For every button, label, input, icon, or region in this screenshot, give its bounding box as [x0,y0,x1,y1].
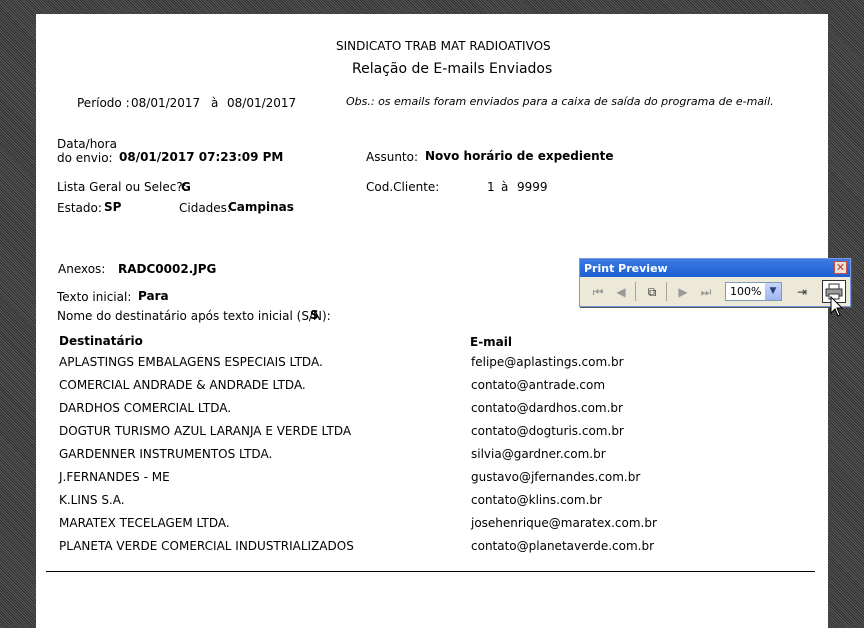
close-icon[interactable]: ✕ [834,261,847,274]
recipient-email: contato@dogturis.com.br [471,424,624,438]
estado-label: Estado: [57,201,102,215]
codcliente-from: 1 [487,180,495,194]
col-email: E-mail [470,335,513,349]
print-preview-titlebar[interactable]: Print Preview ✕ [580,259,850,277]
anexos-value: RADC0002.JPG [118,262,217,276]
codcliente-sep: à [501,180,509,194]
recipient-name: DARDHOS COMERCIAL LTDA. [59,401,232,415]
period-sep: à [211,96,219,110]
codcliente-label: Cod.Cliente: [366,180,440,194]
toolbar-separator [666,282,667,301]
period-start: 08/01/2017 [131,96,201,110]
print-preview-toolbar: Print Preview ✕ ⏮ ◀ ⧉ ▶ ⏭ 100% ▼ ⇥ [579,258,851,307]
datahora-label-1: Data/hora [57,137,117,151]
period-end: 08/01/2017 [227,96,297,110]
recipient-name: PLANETA VERDE COMERCIAL INDUSTRIALIZADOS [59,539,354,553]
recipient-email: contato@klins.com.br [471,493,602,507]
org-name: SINDICATO TRAB MAT RADIOATIVOS [336,39,551,53]
first-page-icon[interactable]: ⏮ [587,281,609,303]
recipient-email: gustavo@jfernandes.com.br [471,470,641,484]
mouse-cursor-icon [830,296,844,317]
cidades-label: Cidades: [179,201,231,215]
recipient-email: contato@planetaverde.com.br [471,539,655,553]
close-preview-icon[interactable]: ⇥ [791,281,813,303]
footer-rule [46,571,815,572]
recipient-name: DOGTUR TURISMO AZUL LARANJA E VERDE LTDA [59,424,352,438]
prev-page-icon[interactable]: ◀ [610,281,632,303]
texto-label: Texto inicial: [57,290,132,304]
chevron-down-icon[interactable]: ▼ [765,283,781,300]
recipient-email: contato@dardhos.com.br [471,401,623,415]
anexos-label: Anexos: [58,262,106,276]
multi-page-icon[interactable]: ⧉ [641,281,663,303]
datahora-value: 08/01/2017 07:23:09 PM [119,150,284,164]
print-preview-title: Print Preview [584,262,668,275]
recipient-email: josehenrique@maratex.com.br [471,516,657,530]
codcliente-to: 9999 [517,180,548,194]
last-page-icon[interactable]: ⏭ [695,281,717,303]
recipient-name: GARDENNER INSTRUMENTOS LTDA. [59,447,273,461]
recipient-name: J.FERNANDES - ME [59,470,170,484]
recipient-name: COMERCIAL ANDRADE & ANDRADE LTDA. [59,378,306,392]
col-destinatario: Destinatário [59,334,143,348]
recipient-name: APLASTINGS EMBALAGENS ESPECIAIS LTDA. [59,355,323,369]
period-label: Período : [77,96,130,110]
assunto-value: Novo horário de expediente [425,149,614,163]
lista-label: Lista Geral ou Selec?: [57,180,187,194]
obs-note: Obs.: os emails foram enviados para a ca… [346,95,774,108]
estado-value: SP [104,200,122,214]
zoom-select[interactable]: 100% ▼ [725,282,782,301]
zoom-value: 100% [730,285,762,298]
recipient-name: MARATEX TECELAGEM LTDA. [59,516,230,530]
next-page-icon[interactable]: ▶ [672,281,694,303]
recipient-name: K.LINS S.A. [59,493,125,507]
texto-value: Para [138,289,169,303]
recipient-email: contato@antrade.com [471,378,606,392]
datahora-label-2: do envio: [57,151,113,165]
assunto-label: Assunto: [366,150,419,164]
recipient-email: silvia@gardner.com.br [471,447,606,461]
lista-value: G [181,180,191,194]
recipient-email: felipe@aplastings.com.br [471,355,624,369]
cidades-value: Campinas [228,200,294,214]
report-page: SINDICATO TRAB MAT RADIOATIVOS Relação d… [36,14,828,628]
report-title: Relação de E-mails Enviados [352,61,553,77]
toolbar-separator [635,282,636,301]
nome-label: Nome do destinatário após texto inicial … [57,309,331,323]
nome-value: S [310,308,319,322]
